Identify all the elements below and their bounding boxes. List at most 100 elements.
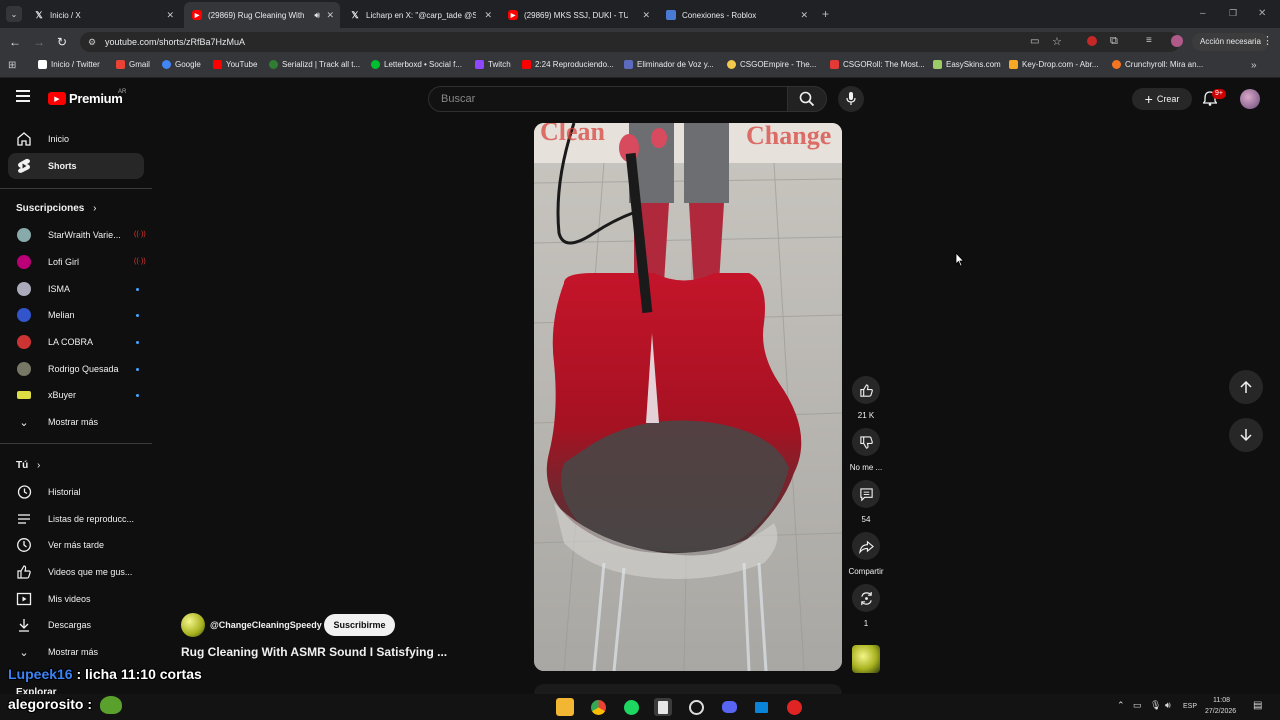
new-tab-button[interactable]: +	[822, 7, 829, 21]
volume-icon[interactable]: 🔊︎	[1165, 700, 1171, 711]
subscriptions-heading[interactable]: Suscripciones ›	[16, 203, 96, 214]
hamburger-menu-icon[interactable]	[16, 90, 30, 102]
audio-source-thumbnail[interactable]	[852, 645, 880, 673]
bookmark[interactable]: Twitch	[475, 60, 511, 69]
url-text[interactable]: youtube.com/shorts/zRfBa7HzMuA	[105, 37, 245, 47]
tray-overflow-icon[interactable]: ⌃	[1117, 700, 1125, 711]
remix-button[interactable]	[852, 584, 880, 612]
subscription-item[interactable]: Melian	[8, 302, 144, 328]
extensions-icon[interactable]: ⧉	[1110, 35, 1118, 48]
close-icon[interactable]: ✕	[800, 10, 808, 21]
bookmark[interactable]: YouTube	[213, 60, 257, 69]
file-explorer-icon[interactable]	[556, 698, 574, 716]
media-control-icon[interactable]: ≡	[1146, 35, 1152, 46]
bookmark[interactable]: Key-Drop.com - Abr...	[1009, 60, 1098, 69]
bookmark[interactable]: Serializd | Track all t...	[269, 60, 360, 69]
action-required-button[interactable]: Acción necesaria	[1192, 33, 1269, 51]
browser-tab[interactable]: 𝕏 Licharp en X: "@carp_tade @Sh ✕	[342, 2, 498, 28]
sidebar-item-my-videos[interactable]: Mis videos	[8, 586, 144, 612]
close-icon[interactable]: ✕	[642, 10, 650, 21]
subscription-item[interactable]: StarWraith Varie... ((·))	[8, 222, 146, 248]
browser-tab[interactable]: 𝕏 Inicio / X ✕	[26, 2, 180, 28]
sidebar-item-downloads[interactable]: Descargas	[8, 612, 144, 638]
clock-time[interactable]: 11:08	[1213, 697, 1230, 704]
bookmark[interactable]: EasySkins.com	[933, 60, 1001, 69]
close-icon[interactable]: ✕	[166, 10, 174, 21]
microphone-tray-icon[interactable]: 🎙︎	[1150, 700, 1161, 711]
subscription-item[interactable]: ISMA	[8, 276, 144, 302]
forward-button[interactable]: →	[33, 35, 45, 49]
clock-date[interactable]: 27/2/2026	[1205, 708, 1236, 715]
restore-button[interactable]: ❐	[1229, 8, 1237, 19]
profile-avatar[interactable]	[1171, 35, 1183, 47]
tab-search-button[interactable]: ⌄	[6, 6, 22, 22]
account-avatar[interactable]	[1240, 89, 1260, 109]
short-title[interactable]: Rug Cleaning With ASMR Sound I Satisfyin…	[181, 645, 447, 659]
speaker-icon[interactable]: 🔊︎	[314, 10, 320, 21]
bookmark[interactable]: 2:24 Reproduciendo...	[522, 60, 614, 69]
bookmark[interactable]: Google	[162, 60, 201, 69]
voice-search-button[interactable]	[838, 86, 864, 112]
back-button[interactable]: ←	[9, 35, 21, 49]
subscription-item[interactable]: xBuyer	[8, 382, 144, 408]
browser-tab[interactable]: ▶ (29869) MKS SSJ, DUKI - TU SIL ✕	[500, 2, 656, 28]
search-input[interactable]: Buscar	[428, 86, 788, 112]
create-button[interactable]: + Crear	[1132, 88, 1192, 110]
discord-icon[interactable]	[720, 698, 738, 716]
browser-tab-active[interactable]: ▶ (29869) Rug Cleaning With 🔊︎ ✕	[184, 2, 340, 28]
show-more-subscriptions[interactable]: ⌄ Mostrar más	[8, 409, 144, 435]
short-video-player[interactable]: Clean Change	[534, 123, 842, 671]
close-icon[interactable]: ✕	[326, 10, 334, 21]
spotify-icon[interactable]	[622, 698, 640, 716]
more-bookmarks-icon[interactable]: »	[1251, 60, 1257, 71]
bookmark[interactable]: Letterboxd • Social f...	[371, 60, 462, 69]
extension-badge-icon[interactable]	[1087, 36, 1097, 46]
bookmark[interactable]: Gmail	[116, 60, 150, 69]
next-short-preview[interactable]	[534, 684, 842, 694]
app-icon[interactable]	[785, 698, 803, 716]
sidebar-item-inicio[interactable]: Inicio	[8, 126, 144, 152]
chrome-icon[interactable]	[589, 698, 607, 716]
youtube-premium-logo[interactable]: ▶ Premium	[48, 91, 123, 106]
close-icon[interactable]: ✕	[484, 10, 492, 21]
bookmark[interactable]: Crunchyroll: Mira an...	[1112, 60, 1203, 69]
subscription-item[interactable]: LA COBRA	[8, 329, 144, 355]
sidebar-item-playlists[interactable]: Listas de reproducc...	[8, 506, 144, 532]
show-more-you[interactable]: ⌄ Mostrar más	[8, 639, 144, 665]
cast-icon[interactable]: ▭	[1030, 36, 1039, 47]
minimize-button[interactable]: –	[1200, 8, 1206, 19]
notification-center-icon[interactable]: ▤	[1253, 700, 1262, 711]
comments-button[interactable]	[852, 480, 880, 508]
store-icon[interactable]	[752, 698, 770, 716]
browser-tab[interactable]: Conexiones - Roblox ✕	[658, 2, 814, 28]
bookmark[interactable]: Inicio / Twitter	[38, 60, 100, 69]
subscribe-button[interactable]: Suscribirme	[324, 614, 395, 636]
search-button[interactable]	[787, 86, 827, 112]
like-button[interactable]	[852, 376, 880, 404]
reload-button[interactable]: ↻	[57, 35, 67, 49]
bookmark[interactable]: CSGOEmpire - The...	[727, 60, 816, 69]
channel-avatar[interactable]	[181, 613, 205, 637]
sidebar-item-watch-later[interactable]: Ver más tarde	[8, 532, 144, 558]
notepad-icon[interactable]	[654, 698, 672, 716]
subscription-item[interactable]: Lofi Girl ((·))	[8, 249, 146, 275]
browser-menu-icon[interactable]: ⋮	[1262, 34, 1273, 47]
apps-grid-icon[interactable]: ⊞	[8, 60, 16, 71]
sidebar-item-historial[interactable]: Historial	[8, 479, 144, 505]
dislike-button[interactable]	[852, 428, 880, 456]
network-icon[interactable]: ▭	[1133, 700, 1142, 711]
sidebar-item-liked-videos[interactable]: Videos que me gus...	[8, 559, 144, 585]
share-button[interactable]	[852, 532, 880, 560]
next-short-button[interactable]	[1229, 418, 1263, 452]
window-close-button[interactable]: ✕	[1258, 8, 1266, 19]
bookmark[interactable]: CSGORoll: The Most...	[830, 60, 925, 69]
bookmark[interactable]: Eliminador de Voz y...	[624, 60, 714, 69]
language-indicator[interactable]: ESP	[1183, 703, 1197, 710]
sidebar-item-shorts[interactable]: Shorts	[8, 153, 144, 179]
channel-handle[interactable]: @ChangeCleaningSpeedy	[210, 620, 322, 630]
subscription-item[interactable]: Rodrigo Quesada	[8, 356, 144, 382]
obs-icon[interactable]	[687, 698, 705, 716]
bookmark-star-icon[interactable]: ☆	[1052, 35, 1062, 48]
previous-short-button[interactable]	[1229, 370, 1263, 404]
you-heading[interactable]: Tú ›	[16, 460, 40, 471]
